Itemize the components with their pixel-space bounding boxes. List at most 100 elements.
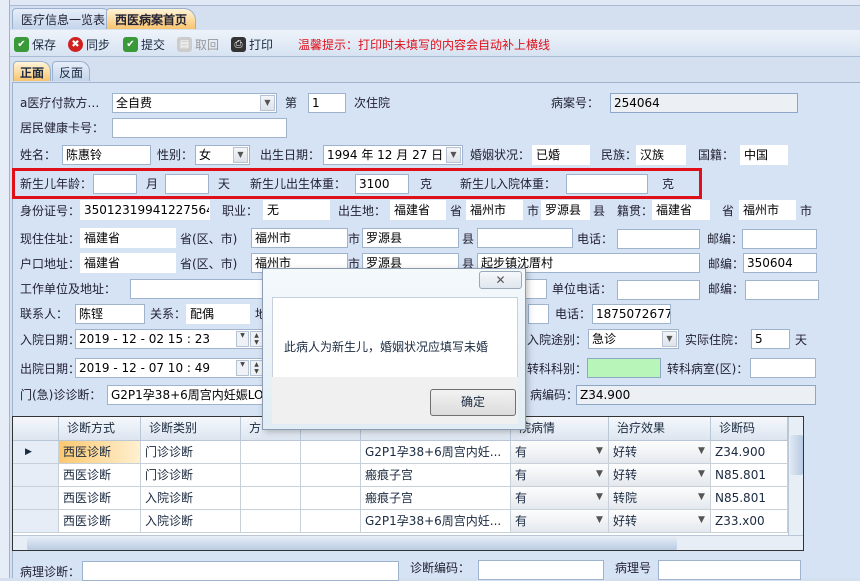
newborn-admit-weight-input[interactable]	[566, 174, 648, 194]
tab-medical-list[interactable]: 医疗信息一览表	[12, 8, 115, 29]
print-button[interactable]: ⎙ 打印	[231, 36, 273, 53]
current-zip-input[interactable]	[742, 229, 817, 249]
column-header[interactable]: 诊断方式	[59, 417, 141, 441]
current-county-input[interactable]: 罗源县	[362, 228, 459, 248]
side-panel-strip[interactable]	[0, 0, 10, 578]
birthplace-county-input[interactable]: 罗源县	[541, 200, 590, 220]
grid-cell[interactable]	[241, 464, 301, 487]
chevron-down-icon[interactable]: ▼	[233, 147, 248, 163]
disease-code-input[interactable]: Z34.900	[576, 385, 816, 405]
save-button[interactable]: ✔ 保存	[14, 36, 56, 53]
admit-route-select[interactable]: 急诊 ▼	[588, 329, 679, 349]
native-province-input[interactable]: 福建省	[652, 200, 710, 220]
transfer-ward-input[interactable]	[750, 358, 816, 378]
grid-cell[interactable]: N85.801	[711, 487, 788, 510]
sex-select[interactable]: 女 ▼	[195, 145, 250, 165]
birthplace-city-input[interactable]: 福州市	[466, 200, 523, 220]
id-input[interactable]: 35012319941227564:	[80, 200, 210, 220]
nation-input[interactable]: 中国	[740, 145, 788, 165]
birthplace-province-input[interactable]: 福建省	[390, 200, 446, 220]
grid-cell[interactable]: 有 ▼	[511, 441, 609, 464]
chevron-down-icon[interactable]: ▼	[592, 513, 607, 529]
newborn-birth-weight-input[interactable]: 3100	[355, 174, 409, 194]
chevron-down-icon[interactable]: ▼	[592, 467, 607, 483]
grid-cell[interactable]: 西医诊断	[59, 510, 141, 533]
grid-cell[interactable]	[241, 510, 301, 533]
contact-phone-input[interactable]: 18750726778	[592, 304, 671, 324]
marital-input[interactable]: 已婚	[532, 145, 590, 165]
grid-cell[interactable]	[241, 441, 301, 464]
chevron-down-icon[interactable]: ▼	[236, 360, 249, 376]
close-button[interactable]: ✕	[479, 271, 522, 289]
chevron-down-icon[interactable]: ▼	[446, 147, 461, 163]
grid-cell[interactable]: 门诊诊断	[141, 464, 241, 487]
birth-date-picker[interactable]: 1994 年 12 月 27 日 ▼	[323, 145, 463, 165]
row-header[interactable]	[13, 487, 59, 510]
chevron-down-icon[interactable]: ▼	[694, 444, 709, 460]
grid-cell[interactable]: 瘢痕子宫	[361, 487, 511, 510]
row-header[interactable]	[13, 464, 59, 487]
grid-cell[interactable]	[301, 510, 361, 533]
tab-front[interactable]: 正面	[13, 61, 52, 81]
pathology-diagnosis-input[interactable]	[82, 561, 399, 581]
transfer-dept-input[interactable]	[587, 358, 661, 378]
sync-button[interactable]: ✖ 同步	[68, 36, 110, 53]
chevron-down-icon[interactable]: ▼	[694, 490, 709, 506]
grid-cell[interactable]: 好转 ▼	[609, 441, 711, 464]
newborn-day-input[interactable]	[165, 174, 209, 194]
row-header[interactable]	[13, 510, 59, 533]
grid-cell[interactable]	[301, 464, 361, 487]
grid-cell[interactable]: 有 ▼	[511, 487, 609, 510]
diagnosis-code-input[interactable]	[478, 560, 604, 580]
grid-cell[interactable]: Z34.900	[711, 441, 788, 464]
current-city-input[interactable]: 福州市	[251, 228, 348, 248]
case-no-input[interactable]: 254064	[610, 93, 798, 113]
grid-cell[interactable]	[301, 441, 361, 464]
horizontal-scrollbar[interactable]	[13, 535, 803, 550]
contact-input[interactable]: 陈铿	[75, 304, 145, 324]
registered-zip-input[interactable]: 350604	[743, 253, 817, 273]
name-input[interactable]: 陈惠铃	[62, 145, 151, 165]
chevron-down-icon[interactable]: ▼	[662, 331, 677, 347]
work-zip-input[interactable]	[745, 280, 819, 300]
payment-select[interactable]: 全自费 ▼	[112, 93, 277, 113]
newborn-month-input[interactable]	[93, 174, 137, 194]
grid-cell[interactable]: 有 ▼	[511, 510, 609, 533]
grid-cell[interactable]: 有 ▼	[511, 464, 609, 487]
ethnic-input[interactable]: 汉族	[636, 145, 686, 165]
current-detail-input[interactable]	[477, 228, 573, 248]
column-header[interactable]: 治疗效果	[609, 417, 711, 441]
admission-count-input[interactable]: 1	[308, 93, 346, 113]
relation-input[interactable]: 配偶	[186, 304, 250, 324]
admit-date-picker[interactable]: 2019 - 12 - 02 15 : 23 ▼ ▲ ▼	[75, 329, 265, 349]
grid-cell[interactable]: Z33.x00	[711, 510, 788, 533]
chevron-down-icon[interactable]: ▼	[260, 95, 275, 111]
chevron-down-icon[interactable]: ▼	[592, 444, 607, 460]
tab-back[interactable]: 反面	[52, 61, 91, 81]
work-phone-input[interactable]	[617, 280, 700, 300]
chevron-down-icon[interactable]: ▼	[592, 490, 607, 506]
column-header[interactable]: 诊断码	[711, 417, 788, 441]
grid-corner[interactable]	[13, 417, 59, 441]
chevron-down-icon[interactable]: ▼	[694, 513, 709, 529]
grid-cell[interactable]	[301, 487, 361, 510]
grid-cell[interactable]: 瘢痕子宫	[361, 464, 511, 487]
grid-cell[interactable]: 转院 ▼	[609, 487, 711, 510]
current-phone-input[interactable]	[617, 229, 700, 249]
grid-cell[interactable]: 门诊诊断	[141, 441, 241, 464]
vertical-scrollbar[interactable]	[788, 417, 803, 535]
op-diagnosis-input[interactable]: G2P1孕38+6周宫内妊娠LOA	[107, 385, 267, 405]
grid-cell[interactable]: 好转 ▼	[609, 510, 711, 533]
registered-province-input[interactable]: 福建省	[80, 253, 176, 273]
grid-cell[interactable]: 好转 ▼	[609, 464, 711, 487]
grid-cell[interactable]: G2P1孕38+6周宫内妊...	[361, 510, 511, 533]
discharge-date-picker[interactable]: 2019 - 12 - 07 10 : 49 ▼ ▲ ▼	[75, 358, 265, 378]
job-input[interactable]: 无	[263, 200, 330, 220]
chevron-down-icon[interactable]: ▼	[694, 467, 709, 483]
stay-days-input[interactable]: 5	[751, 329, 790, 349]
submit-button[interactable]: ✔ 提交	[123, 36, 165, 53]
scroll-thumb[interactable]	[790, 435, 803, 475]
tab-western-record[interactable]: 西医病案首页	[106, 8, 197, 29]
grid-cell[interactable]: 入院诊断	[141, 487, 241, 510]
column-header[interactable]: 诊断类别	[141, 417, 241, 441]
